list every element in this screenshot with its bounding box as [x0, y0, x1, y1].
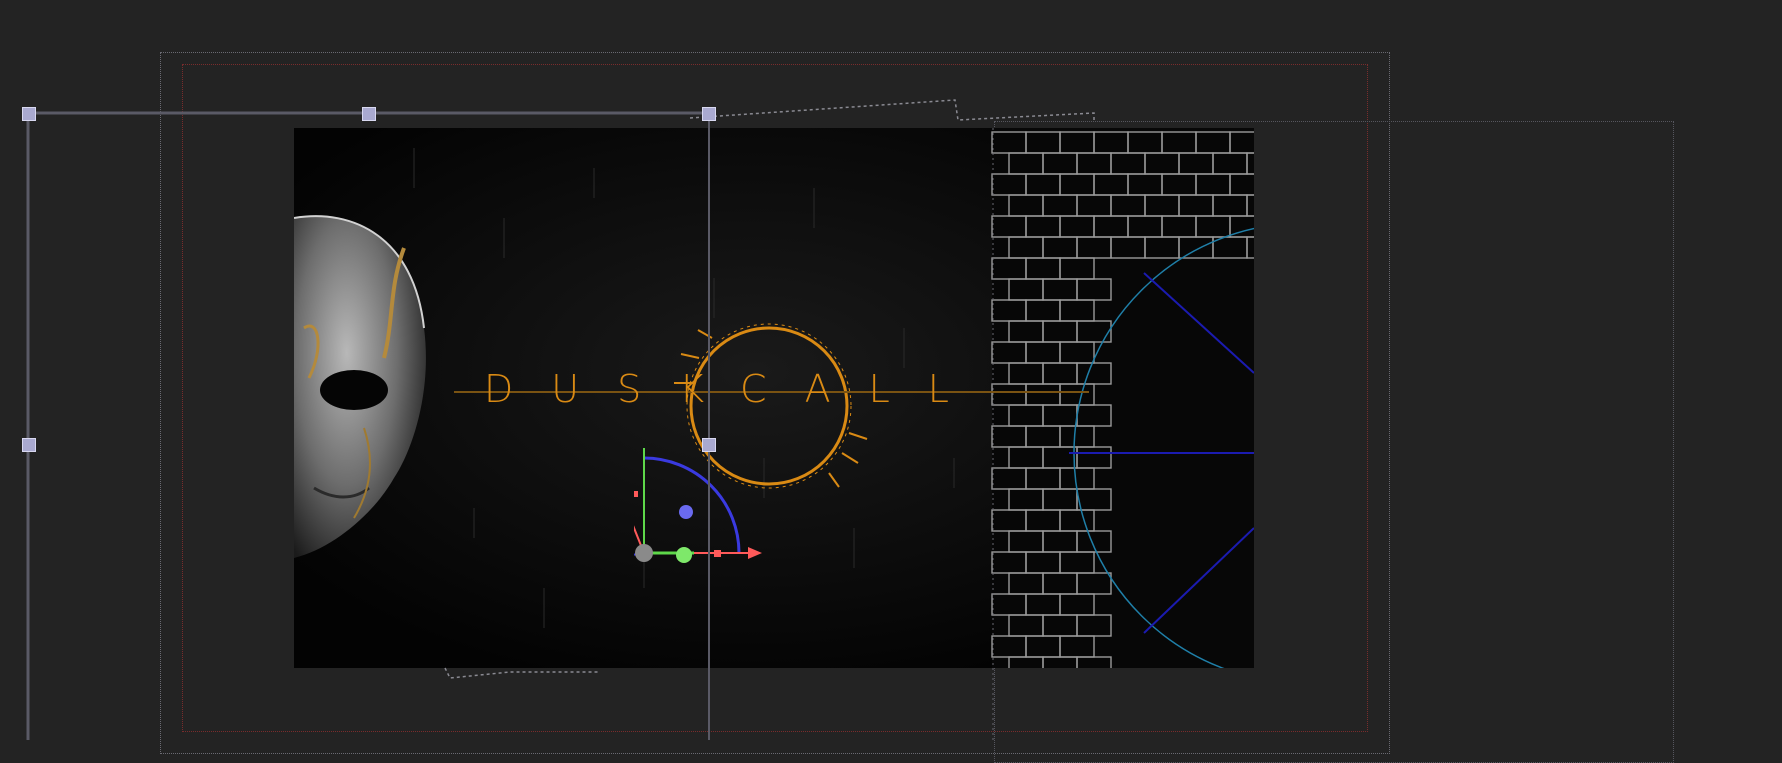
title-text: DUSKCALL — [484, 367, 987, 411]
selection-handle-mid-left[interactable] — [22, 438, 36, 452]
selection-handle-top-mid[interactable] — [362, 107, 376, 121]
selection-handle-center[interactable] — [702, 438, 716, 452]
selection-handle-top-right[interactable] — [702, 107, 716, 121]
render-viewport[interactable]: DUSKCALL — [294, 128, 1254, 668]
selection-handle-top-left[interactable] — [22, 107, 36, 121]
transform-gizmo-icon[interactable] — [634, 448, 784, 598]
